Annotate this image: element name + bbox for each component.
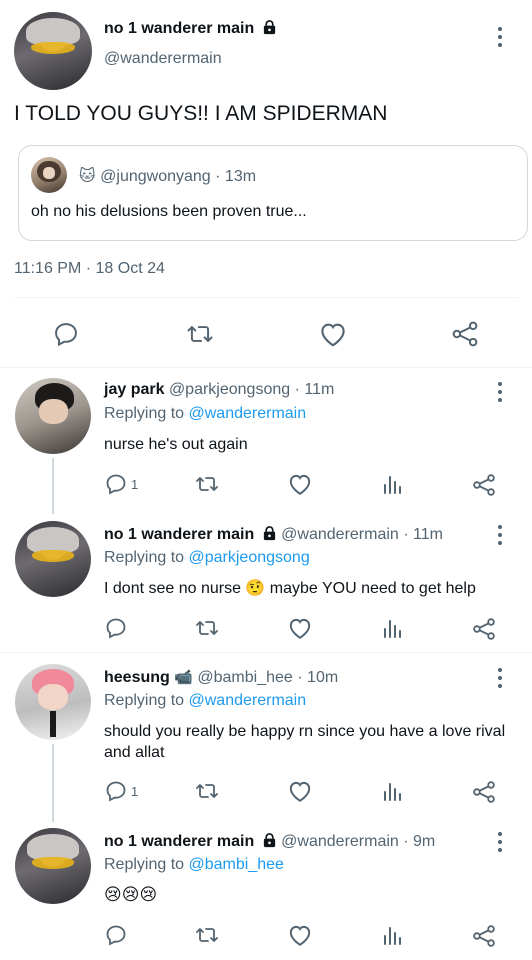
- quote-handle: @jungwonyang: [100, 168, 211, 185]
- reply-header: no 1 wanderer main @wanderermain · 11m: [104, 526, 443, 544]
- reply-avatar[interactable]: [15, 828, 91, 904]
- reply-text: nurse he's out again: [104, 436, 248, 453]
- more-options-icon[interactable]: [490, 830, 510, 854]
- replying-to: Replying to @bambi_hee: [104, 856, 284, 874]
- more-options-icon[interactable]: [490, 380, 510, 404]
- reply-header: jay park @parkjeongsong · 11m: [104, 381, 334, 399]
- reply-icon[interactable]: [104, 616, 128, 640]
- share-icon[interactable]: [471, 923, 497, 949]
- replying-to: Replying to @parkjeongsong: [104, 549, 310, 567]
- quote-text: oh no his delusions been proven true...: [31, 203, 307, 220]
- more-options-icon[interactable]: [490, 25, 510, 49]
- replying-to: Replying to @wanderermain: [104, 692, 306, 710]
- replying-to-label: Replying to: [104, 549, 189, 566]
- replying-to-link[interactable]: @bambi_hee: [189, 856, 284, 873]
- replying-to-link[interactable]: @wanderermain: [189, 405, 307, 422]
- reply-author-name[interactable]: no 1 wanderer main: [104, 833, 254, 850]
- like-icon[interactable]: [287, 923, 313, 947]
- reply-avatar[interactable]: [15, 378, 91, 454]
- replying-to-label: Replying to: [104, 692, 189, 709]
- views-icon[interactable]: [380, 617, 404, 641]
- video-camera-emoji: 📹: [174, 669, 193, 686]
- share-icon[interactable]: [450, 319, 480, 349]
- retweet-icon[interactable]: [194, 472, 220, 496]
- share-icon[interactable]: [471, 616, 497, 642]
- retweet-icon[interactable]: [194, 923, 220, 947]
- reply-text: 😢😢😢: [104, 885, 158, 904]
- reply-author-handle[interactable]: @wanderermain: [281, 526, 399, 543]
- reply-avatar[interactable]: [15, 664, 91, 740]
- lock-icon: [263, 20, 275, 35]
- reply-author-handle[interactable]: @wanderermain: [281, 833, 399, 850]
- retweet-icon[interactable]: [194, 616, 220, 640]
- reply-icon[interactable]: [104, 779, 128, 803]
- quote-time: · 13m: [215, 168, 257, 185]
- more-options-icon[interactable]: [490, 666, 510, 690]
- divider: [0, 652, 532, 653]
- views-icon[interactable]: [380, 473, 404, 497]
- like-icon[interactable]: [287, 616, 313, 640]
- retweet-icon[interactable]: [194, 779, 220, 803]
- share-icon[interactable]: [471, 472, 497, 498]
- views-icon[interactable]: [380, 924, 404, 948]
- reply-icon[interactable]: [52, 320, 80, 348]
- author-name[interactable]: no 1 wanderer main: [104, 20, 277, 38]
- replying-to-label: Replying to: [104, 856, 189, 873]
- share-icon[interactable]: [471, 779, 497, 805]
- quote-tweet-card[interactable]: 🐱 @jungwonyang · 13m oh no his delusions…: [18, 145, 528, 241]
- thread-line: [52, 458, 54, 514]
- cat-emoji: 🐱: [79, 168, 96, 185]
- reply-time: · 9m: [403, 833, 436, 850]
- views-icon[interactable]: [380, 780, 404, 804]
- retweet-icon[interactable]: [185, 320, 215, 348]
- reply-header: heesung 📹 @bambi_hee · 10m: [104, 668, 338, 687]
- reply-count: 1: [131, 477, 139, 492]
- lock-icon: [263, 833, 275, 848]
- reply-time: · 11m: [403, 526, 443, 543]
- quote-avatar: [31, 157, 67, 193]
- reply-author-handle[interactable]: @parkjeongsong: [169, 381, 290, 398]
- reply-text: should you really be happy rn since you …: [104, 723, 506, 761]
- tweet-text: I TOLD YOU GUYS!! I AM SPIDERMAN: [14, 102, 388, 125]
- divider: [14, 297, 518, 298]
- replying-to: Replying to @wanderermain: [104, 405, 306, 423]
- thread-line: [52, 744, 54, 822]
- author-handle[interactable]: @wanderermain: [104, 50, 222, 68]
- reply-header: no 1 wanderer main @wanderermain · 9m: [104, 833, 435, 851]
- reply-avatar[interactable]: [15, 521, 91, 597]
- reply-icon[interactable]: [104, 472, 128, 496]
- tweet-timestamp[interactable]: 11:16 PM · 18 Oct 24: [14, 260, 165, 278]
- reply-author-name[interactable]: heesung: [104, 669, 170, 686]
- reply-author-name[interactable]: no 1 wanderer main: [104, 526, 254, 543]
- reply-icon[interactable]: [104, 923, 128, 947]
- replying-to-link[interactable]: @parkjeongsong: [189, 549, 310, 566]
- more-options-icon[interactable]: [490, 523, 510, 547]
- replying-to-link[interactable]: @wanderermain: [189, 692, 307, 709]
- reply-time: · 11m: [294, 381, 335, 398]
- reply-count: 1: [131, 784, 139, 799]
- author-display-name[interactable]: no 1 wanderer main: [104, 20, 254, 37]
- like-icon[interactable]: [318, 320, 348, 348]
- reply-author-handle[interactable]: @bambi_hee: [197, 669, 292, 686]
- replying-to-label: Replying to: [104, 405, 189, 422]
- divider: [0, 367, 532, 368]
- reply-author-name[interactable]: jay park: [104, 381, 164, 398]
- reply-time: · 10m: [297, 669, 339, 686]
- like-icon[interactable]: [287, 472, 313, 496]
- author-avatar[interactable]: [14, 12, 92, 90]
- like-icon[interactable]: [287, 779, 313, 803]
- reply-text: I dont see no nurse 🤨 maybe YOU need to …: [104, 580, 476, 597]
- lock-icon: [263, 526, 275, 541]
